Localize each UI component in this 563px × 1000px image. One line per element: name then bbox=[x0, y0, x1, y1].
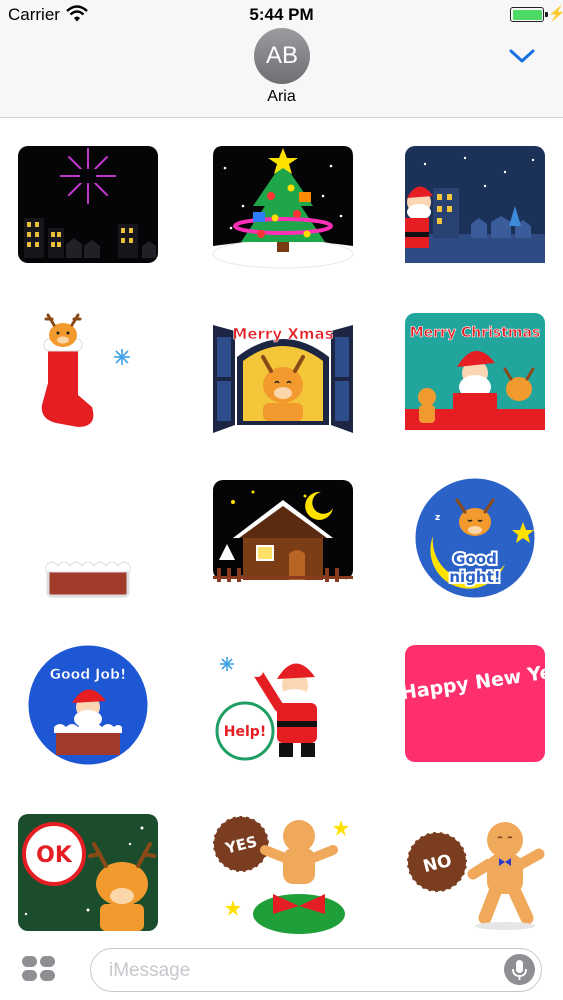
sticker-merry-xmas-window[interactable]: Merry Xmas bbox=[213, 313, 353, 435]
svg-text:z: z bbox=[435, 513, 440, 523]
status-bar: Carrier 5:44 PM ⚡ bbox=[0, 0, 563, 30]
battery-fill bbox=[512, 9, 542, 20]
microphone-button[interactable] bbox=[504, 954, 535, 985]
sticker-chimney[interactable] bbox=[18, 480, 158, 602]
microphone-icon bbox=[512, 960, 527, 980]
merry-christmas-text: Merry Christmas bbox=[410, 325, 541, 341]
sticker-good-night[interactable]: z Good night! bbox=[405, 475, 545, 602]
good-job-text: Good Job! bbox=[50, 667, 127, 683]
sticker-good-job[interactable]: Good Job! bbox=[18, 642, 158, 768]
compose-bar: iMessage bbox=[0, 940, 563, 1000]
good-night-text-2: night! bbox=[449, 568, 500, 586]
help-text: Help! bbox=[224, 724, 266, 740]
sticker-ok-reindeer[interactable]: OK bbox=[18, 814, 158, 936]
merry-xmas-text: Merry Xmas bbox=[232, 325, 333, 343]
avatar[interactable]: AB bbox=[254, 28, 310, 84]
conversation-header: AB Aria bbox=[0, 28, 563, 118]
sticker-no-gingerbread[interactable]: NO bbox=[405, 814, 545, 936]
sticker-reindeer-stocking[interactable] bbox=[18, 313, 158, 435]
chevron-down-icon[interactable] bbox=[507, 46, 537, 66]
app-drawer-icon[interactable] bbox=[20, 954, 58, 984]
sticker-help-santa[interactable]: Help! bbox=[213, 645, 353, 767]
sticker-grid: Merry Xmas Merry Christmas z Good night!… bbox=[0, 118, 563, 940]
battery-icon bbox=[510, 7, 548, 22]
message-input[interactable]: iMessage bbox=[90, 948, 542, 992]
contact-name[interactable]: Aria bbox=[0, 88, 563, 106]
clock: 5:44 PM bbox=[249, 5, 314, 24]
charging-icon: ⚡ bbox=[548, 5, 563, 21]
sticker-santa-town[interactable] bbox=[405, 146, 545, 268]
good-night-text-1: Good bbox=[453, 550, 497, 568]
ok-text: OK bbox=[36, 843, 73, 868]
sticker-christmas-tree[interactable] bbox=[212, 146, 354, 269]
sticker-yes-gingerbread[interactable]: YES bbox=[212, 814, 353, 936]
sticker-fireworks-city[interactable] bbox=[18, 146, 158, 268]
sticker-merry-christmas[interactable]: Merry Christmas bbox=[405, 313, 545, 435]
sticker-happy-new-year[interactable]: Happy New Ye bbox=[400, 645, 554, 767]
message-placeholder: iMessage bbox=[109, 960, 191, 981]
sticker-snowy-house[interactable] bbox=[211, 480, 355, 602]
